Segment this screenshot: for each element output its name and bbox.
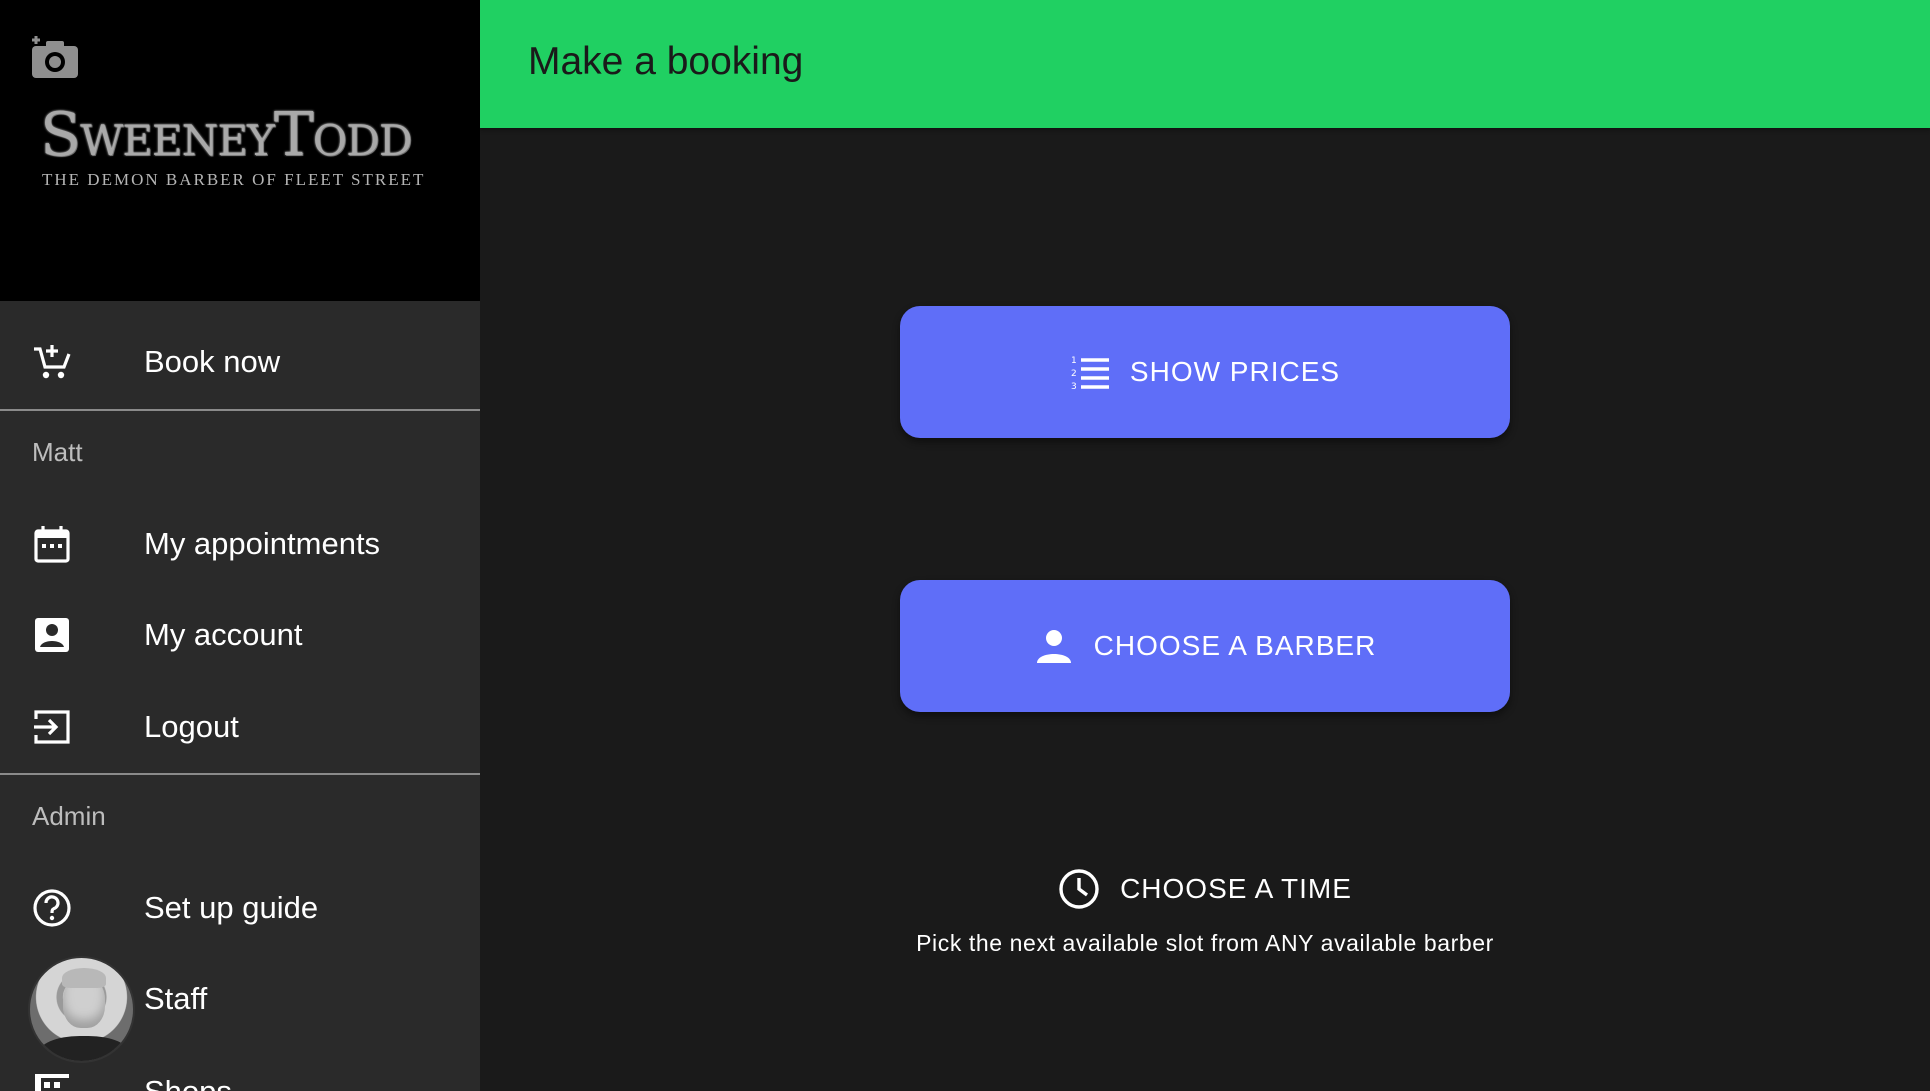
nav-item-set-up-guide[interactable]: Set up guide	[0, 868, 480, 948]
nav-item-logout[interactable]: Logout	[0, 687, 480, 767]
store-icon	[35, 1074, 69, 1091]
drawer-header: SweeneyTodd THE DEMON BARBER OF FLEET ST…	[0, 0, 480, 301]
section-label-user: Matt	[32, 437, 83, 467]
nav-label-logout: Logout	[144, 709, 239, 744]
brand-logo: SweeneyTodd THE DEMON BARBER OF FLEET ST…	[40, 100, 450, 200]
section-label-admin: Admin	[32, 801, 106, 831]
nav-label-my-account: My account	[144, 617, 303, 652]
numbered-list-icon: 1 2 3	[1071, 356, 1109, 392]
exit-icon	[34, 710, 70, 744]
choose-time-description: Pick the next available slot from ANY av…	[916, 930, 1494, 956]
avatar-shirt	[38, 1036, 130, 1061]
nav-item-my-account[interactable]: My account	[0, 595, 480, 675]
nav-item-book-now[interactable]: Book now	[0, 322, 480, 402]
page-title: Make a booking	[528, 40, 804, 83]
svg-text:2: 2	[1071, 369, 1077, 379]
clock-icon	[1059, 869, 1099, 909]
nav-label-staff: Staff	[144, 981, 208, 1016]
choose-time-label: CHOOSE A TIME	[1120, 873, 1352, 904]
divider	[0, 773, 480, 775]
logo-subtitle: THE DEMON BARBER OF FLEET STREET	[42, 170, 426, 189]
choose-barber-label: CHOOSE A BARBER	[1093, 630, 1377, 661]
add-photo-icon[interactable]	[28, 32, 82, 80]
account-box-icon	[35, 618, 69, 652]
show-prices-button[interactable]: 1 2 3 SHOW PRICES	[900, 306, 1510, 438]
app-bar: Make a booking	[480, 0, 1930, 128]
nav-label-my-appointments: My appointments	[144, 526, 381, 561]
divider	[0, 409, 480, 411]
help-circle-icon	[33, 889, 71, 927]
add-shopping-cart-icon	[34, 345, 71, 379]
svg-text:1: 1	[1071, 356, 1077, 366]
choose-time-header: CHOOSE A TIME	[900, 868, 1510, 910]
show-prices-label: SHOW PRICES	[1129, 356, 1341, 387]
navigation-drawer: SweeneyTodd THE DEMON BARBER OF FLEET ST…	[0, 0, 480, 1091]
avatar-hair	[62, 968, 106, 988]
person-icon	[1036, 630, 1071, 663]
svg-text:3: 3	[1071, 382, 1077, 392]
nav-label-shops: Shops	[144, 1074, 232, 1091]
choose-barber-button[interactable]: CHOOSE A BARBER	[900, 580, 1510, 712]
nav-label-book-now: Book now	[144, 344, 281, 379]
avatar[interactable]	[28, 956, 135, 1063]
logo-title: SweeneyTodd	[40, 100, 413, 170]
calendar-icon	[34, 526, 70, 563]
nav-label-set-up-guide: Set up guide	[144, 890, 319, 925]
nav-item-my-appointments[interactable]: My appointments	[0, 504, 480, 584]
choose-time-option[interactable]: CHOOSE A TIME Pick the next available sl…	[900, 860, 1510, 960]
